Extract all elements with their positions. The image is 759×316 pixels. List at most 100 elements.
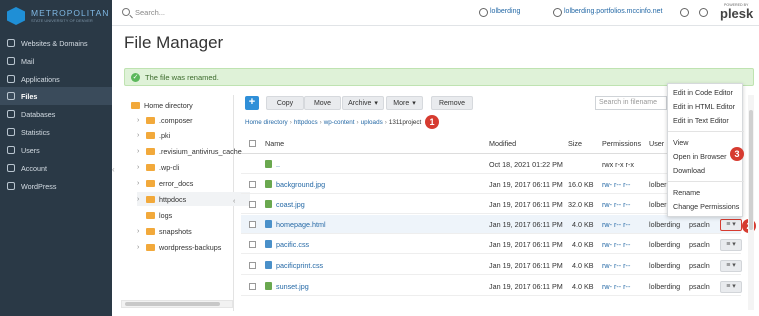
- filename-search-input[interactable]: Search in filename: [595, 96, 667, 110]
- sidebar-collapse-icon[interactable]: ‹: [112, 165, 119, 177]
- row-menu-button[interactable]: ≡ ▾: [720, 219, 742, 231]
- file-permissions[interactable]: rw- r-- r--: [602, 200, 630, 209]
- file-permissions[interactable]: rw- r-- r--: [602, 282, 630, 291]
- sidebar-item-wordpress[interactable]: WordPress: [0, 177, 112, 195]
- tree-item[interactable]: › snapshots: [137, 224, 250, 238]
- breadcrumb: Home directory › httpdocs › wp-content › uploa…: [245, 119, 422, 126]
- row-menu-button[interactable]: ≡ ▾: [720, 281, 742, 293]
- menu-item-download[interactable]: Download: [673, 166, 705, 175]
- domain-link[interactable]: lolberding.portfolios.mccinfo.net: [564, 8, 662, 15]
- file-name[interactable]: background.jpg: [276, 180, 325, 189]
- chevron-right-icon[interactable]: ›: [137, 228, 142, 235]
- sidebar-item-files[interactable]: Files: [0, 87, 112, 105]
- breadcrumb-item[interactable]: uploads: [361, 119, 383, 126]
- select-all-checkbox[interactable]: [249, 140, 256, 147]
- file-name[interactable]: coast.jpg: [276, 200, 305, 209]
- menu-item-edit-code[interactable]: Edit in Code Editor: [673, 88, 733, 97]
- language-icon[interactable]: [680, 8, 689, 17]
- move-button[interactable]: Move: [304, 96, 341, 110]
- sidebar-item-statistics[interactable]: Statistics: [0, 123, 112, 141]
- chevron-right-icon[interactable]: ›: [137, 180, 142, 187]
- table-row[interactable]: background.jpg Jan 19, 2017 06:11 PM 16.…: [241, 175, 741, 194]
- file-user: lolberding: [649, 220, 681, 229]
- file-permissions[interactable]: rw- r-- r--: [602, 180, 630, 189]
- row-menu-button[interactable]: ≡ ▾: [720, 260, 742, 272]
- tree-item[interactable]: › .pki: [137, 128, 250, 142]
- breadcrumb-item[interactable]: Home directory: [245, 119, 288, 126]
- tree-item[interactable]: › .revisium_antivirus_cache: [137, 144, 250, 158]
- chevron-right-icon[interactable]: ›: [137, 196, 142, 203]
- archive-button[interactable]: Archive ▾: [342, 96, 384, 110]
- row-checkbox[interactable]: [249, 221, 256, 228]
- table-row[interactable]: .. Oct 18, 2021 01:22 PM rwx r-x r-x: [241, 155, 741, 174]
- chevron-right-icon[interactable]: ›: [137, 132, 142, 139]
- sidebar-item-account[interactable]: Account: [0, 159, 112, 177]
- tree-item[interactable]: › .composer: [137, 113, 250, 127]
- file-name[interactable]: pacificprint.css: [276, 261, 323, 270]
- help-icon[interactable]: [699, 8, 708, 17]
- sidebar-item-label: Files: [21, 91, 38, 101]
- table-row[interactable]: pacificprint.css Jan 19, 2017 06:11 PM 4…: [241, 256, 741, 275]
- logo-title: METROPOLITAN: [31, 8, 110, 18]
- sidebar-item-users[interactable]: Users: [0, 141, 112, 159]
- row-checkbox[interactable]: [249, 241, 256, 248]
- file-name[interactable]: ..: [276, 160, 280, 169]
- chevron-right-icon[interactable]: ›: [137, 148, 142, 155]
- file-permissions[interactable]: rw- r-- r--: [602, 220, 630, 229]
- column-modified[interactable]: Modified: [489, 139, 516, 148]
- file-name[interactable]: sunset.jpg: [276, 282, 309, 291]
- file-modified: Jan 19, 2017 06:11 PM: [489, 200, 563, 209]
- more-button[interactable]: More ▾: [386, 96, 423, 110]
- parent-dir-icon: [265, 160, 272, 168]
- tree-scrollbar-thumb[interactable]: [125, 302, 220, 306]
- university-logo[interactable]: METROPOLITAN STATE UNIVERSITY OF DENVER: [7, 5, 110, 27]
- page-title: File Manager: [124, 33, 224, 52]
- column-permissions[interactable]: Permissions: [602, 139, 641, 148]
- copy-button[interactable]: Copy: [266, 96, 304, 110]
- remove-button[interactable]: Remove: [431, 96, 473, 110]
- add-button[interactable]: +: [245, 96, 259, 110]
- file-permissions[interactable]: rw- r-- r--: [602, 240, 630, 249]
- column-user[interactable]: User: [649, 139, 664, 148]
- chevron-right-icon[interactable]: ›: [137, 164, 142, 171]
- table-row[interactable]: sunset.jpg Jan 19, 2017 06:11 PM 4.0 KB …: [241, 277, 741, 296]
- sidebar-item-mail[interactable]: Mail: [0, 52, 112, 70]
- table-row-selected[interactable]: homepage.html Jan 19, 2017 06:11 PM 4.0 …: [241, 215, 741, 234]
- menu-item-open-in-browser[interactable]: Open in Browser: [673, 152, 727, 161]
- chevron-right-icon[interactable]: ›: [137, 117, 142, 124]
- breadcrumb-item[interactable]: wp-content: [324, 119, 355, 126]
- row-checkbox[interactable]: [249, 283, 256, 290]
- row-checkbox[interactable]: [249, 181, 256, 188]
- tree-item-home[interactable]: Home directory: [131, 98, 244, 112]
- table-row[interactable]: coast.jpg Jan 19, 2017 06:11 PM 32.0 KB …: [241, 195, 741, 214]
- menu-item-edit-text[interactable]: Edit in Text Editor: [673, 116, 729, 125]
- breadcrumb-item[interactable]: httpdocs: [294, 119, 318, 126]
- page-scrollbar-thumb[interactable]: [749, 110, 753, 230]
- file-permissions[interactable]: rw- r-- r--: [602, 261, 630, 270]
- column-name[interactable]: Name: [265, 139, 284, 148]
- chevron-right-icon[interactable]: ›: [137, 244, 142, 251]
- file-name[interactable]: homepage.html: [276, 220, 326, 229]
- panel-collapse-icon[interactable]: ‹: [233, 198, 240, 210]
- global-search-input[interactable]: Search...: [135, 8, 165, 17]
- menu-item-rename[interactable]: Rename: [673, 188, 700, 197]
- sidebar-item-websites-domains[interactable]: Websites & Domains: [0, 34, 112, 52]
- row-checkbox[interactable]: [249, 201, 256, 208]
- tree-item[interactable]: › wordpress-backups: [137, 240, 250, 254]
- tree-item[interactable]: › error_docs: [137, 176, 250, 190]
- column-size[interactable]: Size: [568, 139, 582, 148]
- sidebar-item-applications[interactable]: Applications: [0, 70, 112, 88]
- menu-item-view[interactable]: View: [673, 138, 688, 147]
- folder-icon: [146, 179, 155, 187]
- menu-item-edit-html[interactable]: Edit in HTML Editor: [673, 102, 735, 111]
- row-menu-button[interactable]: ≡ ▾: [720, 239, 742, 251]
- file-name[interactable]: pacific.css: [276, 240, 309, 249]
- row-checkbox[interactable]: [249, 262, 256, 269]
- user-menu[interactable]: lolberding: [490, 8, 520, 15]
- tree-item[interactable]: › .wp-cli: [137, 160, 250, 174]
- file-group: psacln: [689, 282, 710, 291]
- menu-item-change-permissions[interactable]: Change Permissions: [673, 202, 739, 211]
- sidebar-item-databases[interactable]: Databases: [0, 105, 112, 123]
- table-row[interactable]: pacific.css Jan 19, 2017 06:11 PM 4.0 KB…: [241, 235, 741, 254]
- logo-subtitle: STATE UNIVERSITY OF DENVER: [31, 18, 93, 23]
